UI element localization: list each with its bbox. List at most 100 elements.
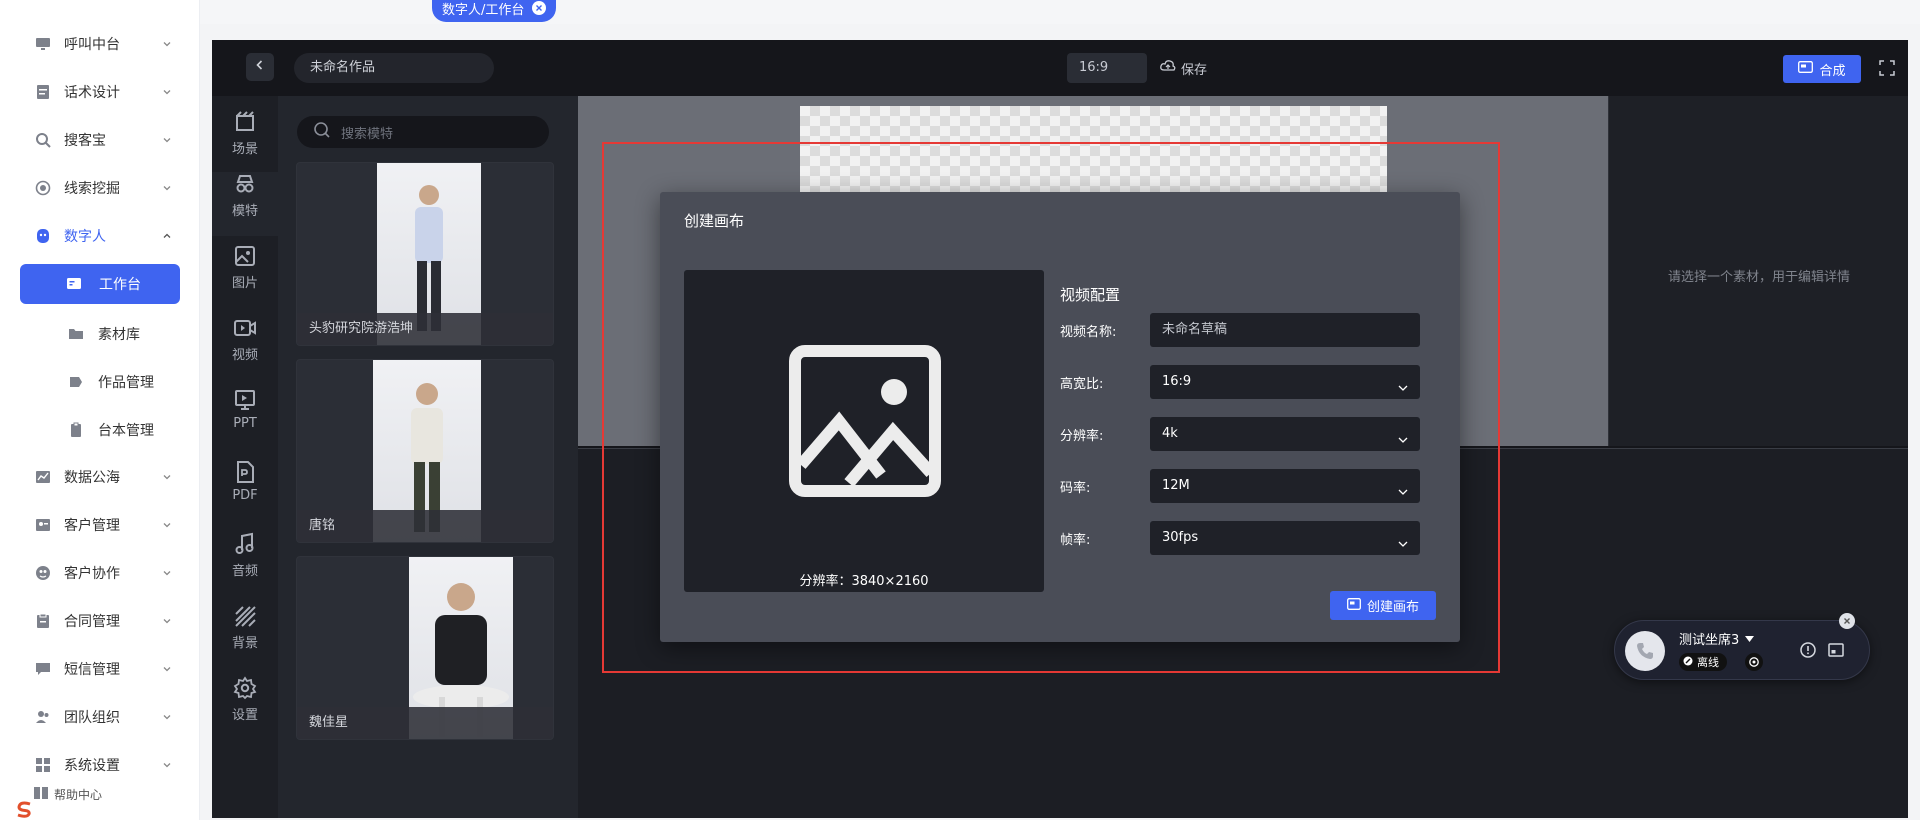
collab-icon [34,564,52,582]
tool-background[interactable]: 背景 [212,604,278,668]
chevron-down-icon [1396,531,1410,547]
save-label: 保存 [1181,62,1208,78]
chevron-down-icon [1396,427,1410,443]
agent-name: 测试坐席3 [1679,633,1740,648]
tool-image[interactable]: 图片 [212,244,278,308]
tool-video[interactable]: 视频 [212,316,278,380]
tool-label: PPT [233,416,257,431]
model-library-panel: 搜索模特 头豹研究院游浩坤 唐铭 魏佳星 [278,96,578,818]
tool-label: 场景 [231,142,258,157]
customer-icon [34,516,52,534]
nav-item-material-library[interactable]: 素材库 [0,316,200,352]
nav-label: 话术设计 [64,85,120,101]
tab-label: 数字人/工作台 [442,2,525,18]
script-icon [34,83,52,101]
framerate-select[interactable]: 30fps [1150,521,1420,555]
nav-item-call-center[interactable]: 呼叫中台 [0,26,200,62]
nav-item-digital-human[interactable]: 数字人 [0,218,200,254]
chevron-down-icon [160,37,174,51]
close-icon[interactable] [1839,613,1855,629]
nav-label: 呼叫中台 [64,37,120,53]
tool-ppt[interactable]: PPT [212,388,278,452]
chevron-down-icon [160,518,174,532]
nav-item-workbench[interactable]: 工作台 [20,264,180,304]
search-icon [313,121,331,143]
chevron-down-icon [160,710,174,724]
tab-digital-human-workbench[interactable]: 数字人/工作台 [432,0,557,22]
property-hint: 请选择一个素材，用于编辑详情 [1667,270,1850,285]
model-card[interactable]: 头豹研究院游浩坤 [296,162,554,346]
works-icon [68,374,84,390]
clipboard-icon [68,422,84,438]
video-compose-icon [1347,597,1361,614]
nav-item-lead-mining[interactable]: 线索挖掘 [0,170,200,206]
back-button[interactable] [246,53,274,81]
select-value: 30fps [1162,530,1199,545]
nav-item-system-settings[interactable]: 系统设置 [0,747,200,783]
nav-item-search-customer[interactable]: 搜客宝 [0,122,200,158]
workbench-icon [66,276,82,292]
config-row-resolution: 分辨率: 4k [1060,417,1430,451]
tool-rail: 场景 模特 图片 视频 PPT PDF 音频 背景 设置 [212,96,278,818]
help-label: 帮助中心 [54,788,103,802]
nav-item-script-management[interactable]: 台本管理 [0,412,200,448]
close-icon[interactable] [532,1,547,15]
settings-icon[interactable] [1745,653,1763,671]
sogou-ime-icon[interactable] [12,800,38,820]
nav-item-works-management[interactable]: 作品管理 [0,364,200,400]
resolution-select[interactable]: 4k [1150,417,1420,451]
field-label: 码率: [1060,481,1091,496]
nav-item-customer-collab[interactable]: 客户协作 [0,555,200,591]
nav-item-customer-management[interactable]: 客户管理 [0,507,200,543]
nav-item-script-design[interactable]: 话术设计 [0,74,200,110]
field-label: 分辨率: [1060,429,1104,444]
config-title: 视频配置 [1060,286,1121,304]
select-value: 4k [1162,426,1178,441]
video-name-input[interactable]: 未命名草稿 [1150,313,1420,347]
audio-icon [235,532,254,554]
phone-icon[interactable] [1625,631,1665,671]
nav-label: 数据公海 [64,470,120,486]
help-center-link[interactable]: 帮助中心 [34,786,102,803]
nav-label: 系统设置 [64,758,120,774]
aspect-ratio-select[interactable]: 16:9 [1150,365,1420,399]
dialog-title: 创建画布 [684,212,745,230]
status-badge[interactable]: 离线 [1679,653,1727,671]
model-search-input[interactable]: 搜索模特 [297,116,549,148]
image-placeholder-icon [789,345,941,497]
model-card[interactable]: 唐铭 [296,359,554,543]
settings-grid-icon [34,756,52,774]
nav-label: 搜客宝 [64,133,106,149]
info-icon[interactable] [1799,641,1817,659]
tool-model[interactable]: 模特 [212,172,278,236]
bitrate-select[interactable]: 12M [1150,469,1420,503]
ppt-icon [235,390,255,410]
chart-icon [34,468,52,486]
sms-icon [34,660,52,678]
model-card[interactable]: 魏佳星 [296,556,554,740]
select-value: 12M [1162,478,1190,493]
compose-label: 合成 [1819,63,1846,79]
select-value: 16:9 [1162,374,1192,389]
nav-item-team-org[interactable]: 团队组织 [0,699,200,735]
compose-button[interactable]: 合成 [1783,55,1861,83]
tool-scene[interactable]: 场景 [212,110,278,174]
folder-icon [68,326,84,342]
nav-label: 合同管理 [64,614,120,630]
nav-item-contract-management[interactable]: 合同管理 [0,603,200,639]
tool-pdf[interactable]: PDF [212,460,278,524]
scene-icon [236,111,254,131]
project-title-input[interactable]: 未命名作品 [294,53,494,83]
nav-item-data-pool[interactable]: 数据公海 [0,459,200,495]
nav-item-sms-management[interactable]: 短信管理 [0,651,200,687]
tool-settings[interactable]: 设置 [212,676,278,740]
preview-resolution: 分辨率：3840×2160 [799,574,929,589]
team-icon [34,708,52,726]
aspect-ratio-display[interactable]: 16:9 [1067,53,1147,83]
agent-name-selector[interactable]: 测试坐席3 [1679,629,1755,648]
create-canvas-button[interactable]: 创建画布 [1330,591,1436,620]
fullscreen-icon[interactable] [1878,59,1896,77]
save-button[interactable]: 保存 [1160,53,1207,83]
expand-icon[interactable] [1827,641,1845,659]
tool-audio[interactable]: 音频 [212,532,278,596]
